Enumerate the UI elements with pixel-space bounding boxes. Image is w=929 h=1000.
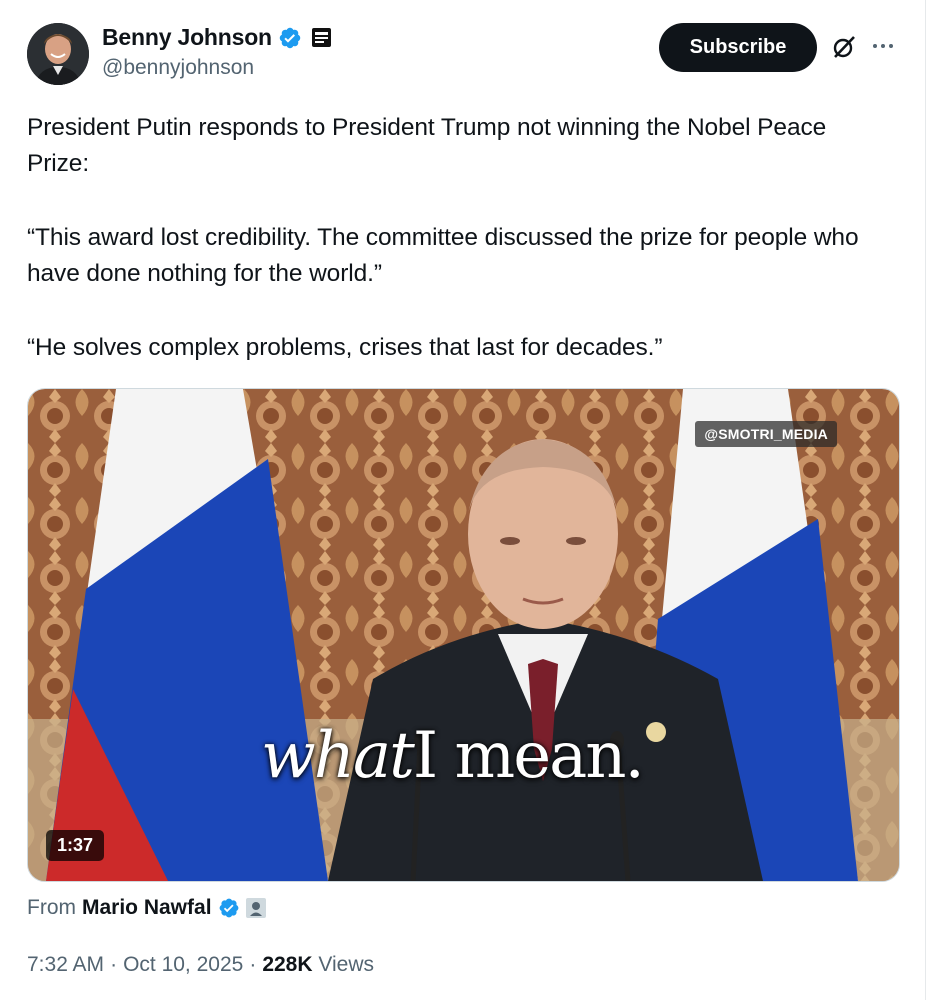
author-handle[interactable]: @bennyjohnson — [102, 56, 254, 80]
verified-badge-icon[interactable] — [278, 26, 302, 50]
subscribe-button[interactable]: Subscribe — [659, 23, 817, 72]
tweet-time[interactable]: 7:32 AM — [27, 953, 104, 977]
meta-separator: · — [110, 953, 118, 976]
affiliate-avatar-icon[interactable] — [245, 898, 266, 918]
tweet-paragraph: President Putin responds to President Tr… — [27, 114, 827, 177]
video-watermark: @SMOTRI_MEDIA — [695, 421, 837, 447]
video-caption: whatI mean. — [261, 719, 645, 793]
affiliate-badge-icon[interactable] — [311, 28, 331, 47]
caption-italic: what — [261, 719, 415, 793]
video-frame — [28, 389, 899, 881]
video-player[interactable]: @SMOTRI_MEDIA whatI mean. 1:37 — [27, 388, 900, 882]
meta-separator: · — [249, 953, 257, 976]
from-label: From — [27, 896, 76, 919]
grok-icon[interactable] — [831, 34, 857, 60]
author-name-row: Benny Johnson — [102, 24, 331, 51]
author-avatar[interactable] — [27, 23, 89, 85]
tweet-date[interactable]: Oct 10, 2025 — [123, 953, 243, 977]
verified-badge-icon[interactable] — [218, 897, 240, 919]
tweet-paragraph: “This award lost credibility. The commit… — [27, 224, 859, 287]
author-name[interactable]: Benny Johnson — [102, 24, 272, 51]
views-count: 228K — [262, 953, 313, 976]
from-name-link[interactable]: Mario Nawfal — [82, 896, 212, 920]
source-attribution: From Mario Nawfal — [27, 896, 266, 920]
more-icon[interactable] — [873, 40, 897, 52]
views-label: Views — [318, 953, 374, 976]
caption-rest: I mean. — [412, 719, 645, 793]
video-duration: 1:37 — [46, 830, 105, 861]
tweet-card: Benny Johnson @bennyjohnson Subscribe Pr… — [0, 0, 926, 1000]
tweet-paragraph: “He solves complex problems, crises that… — [27, 334, 663, 361]
tweet-text: President Putin responds to President Tr… — [27, 110, 887, 366]
tweet-meta: 7:32 AM · Oct 10, 2025 · 228K Views — [27, 953, 374, 977]
